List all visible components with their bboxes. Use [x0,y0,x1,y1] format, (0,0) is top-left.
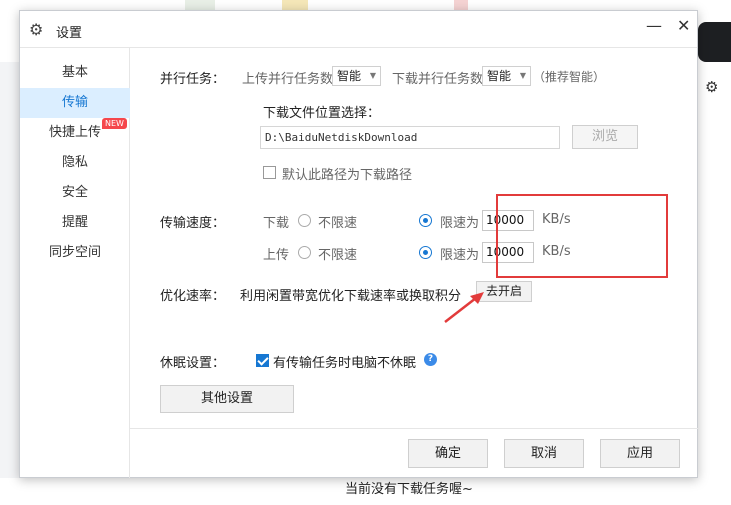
default-path-label: 默认此路径为下载路径 [282,168,413,183]
minimize-icon[interactable]: — [646,16,662,35]
annotation-arrow-icon [444,292,484,323]
cancel-button[interactable]: 取消 [504,439,584,468]
sleep-section-label: 休眠设置： [160,356,226,371]
upload-unlimited-label: 不限速 [318,248,358,263]
settings-sidebar: 基本 传输 快捷上传 NEW 隐私 安全 提醒 同步空间 [20,48,130,478]
background-right-panel [698,62,731,505]
download-parallel-label: 下载并行任务数 [392,72,484,87]
background-thumbnail [454,0,468,10]
chevron-down-icon: ▼ [369,71,376,80]
ok-button[interactable]: 确定 [408,439,488,468]
download-limit-label: 限速为 [440,216,480,231]
download-speed-label: 下载 [263,216,290,231]
parallel-hint: （推荐智能） [533,70,606,84]
other-settings-button[interactable]: 其他设置 [160,385,294,413]
download-parallel-value: 智能 [487,69,512,83]
browse-button[interactable]: 浏览 [572,125,638,149]
optimize-description: 利用闲置带宽优化下载速率或换取积分 [240,289,462,304]
sidebar-item-sync-space[interactable]: 同步空间 [20,238,130,268]
download-limit-radio[interactable] [419,214,432,227]
sidebar-item-quick-upload[interactable]: 快捷上传 NEW [20,118,130,148]
gear-icon[interactable]: ⚙ [705,78,718,96]
upload-limit-radio[interactable] [419,246,432,259]
speed-section-label: 传输速度： [160,216,226,231]
sidebar-item-basic[interactable]: 基本 [20,58,130,88]
default-path-checkbox[interactable] [263,166,276,179]
transfer-settings-panel: 并行任务： 上传并行任务数 智能 ▼ 下载并行任务数 智能 ▼ （推荐智能） 下… [130,48,698,428]
sidebar-item-privacy[interactable]: 隐私 [20,148,130,178]
new-badge: NEW [102,118,127,129]
dialog-title: 设置 [56,26,83,41]
upload-unlimited-radio[interactable] [298,246,311,259]
background-dark-panel [698,22,731,62]
upload-parallel-label: 上传并行任务数 [242,72,334,87]
dialog-footer: 确定 取消 应用 [130,428,698,478]
chevron-down-icon: ▼ [519,71,526,80]
upload-parallel-value: 智能 [337,69,362,83]
dialog-titlebar: ⚙ 设置 — ✕ [20,11,697,48]
background-thumbnail [282,0,308,10]
prevent-sleep-label: 有传输任务时电脑不休眠 [273,356,417,371]
parallel-section-label: 并行任务： [160,72,226,87]
download-unlimited-label: 不限速 [318,216,358,231]
download-path-field[interactable]: D:\BaiduNetdiskDownload [260,126,560,149]
download-parallel-select[interactable]: 智能 ▼ [482,66,531,86]
sidebar-item-label: 快捷上传 [48,125,101,140]
sidebar-item-transfer[interactable]: 传输 [20,88,130,118]
sidebar-item-reminder[interactable]: 提醒 [20,208,130,238]
upload-speed-label: 上传 [263,248,290,263]
upload-parallel-select[interactable]: 智能 ▼ [332,66,381,86]
gear-icon: ⚙ [29,20,44,39]
speed-limit-highlight [496,194,668,278]
close-icon[interactable]: ✕ [677,16,690,35]
download-location-label: 下载文件位置选择： [263,106,381,121]
settings-dialog: ⚙ 设置 — ✕ 基本 传输 快捷上传 NEW 隐私 安全 提醒 同步空间 并行… [19,10,698,478]
empty-download-message: 当前没有下载任务喔~ [345,482,473,497]
sidebar-item-security[interactable]: 安全 [20,178,130,208]
help-icon[interactable]: ? [424,353,437,366]
background-thumbnail [185,0,215,10]
download-unlimited-radio[interactable] [298,214,311,227]
optimize-section-label: 优化速率： [160,289,226,304]
apply-button[interactable]: 应用 [600,439,680,468]
upload-limit-label: 限速为 [440,248,480,263]
prevent-sleep-checkbox[interactable] [256,354,269,367]
